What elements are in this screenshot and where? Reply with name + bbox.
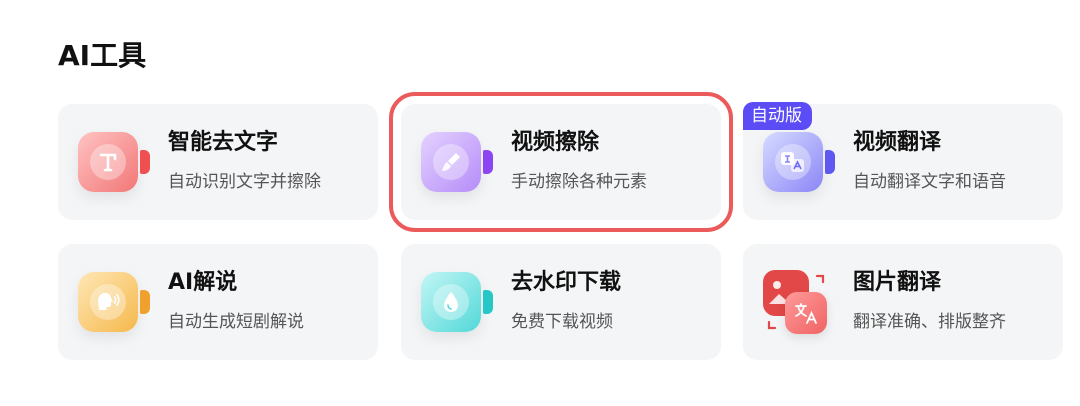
tool-description: 手动擦除各种元素 [511, 172, 647, 192]
tool-title: 视频翻译 [853, 130, 942, 155]
tool-card-video-erase[interactable]: 视频擦除 手动擦除各种元素 [389, 92, 733, 232]
tool-title: 图片翻译 [853, 270, 942, 295]
auto-version-badge: 自动版 [743, 102, 812, 130]
tool-card-image-translate[interactable]: 图片翻译 翻译准确、排版整齐 [743, 244, 1063, 360]
tool-title: 去水印下载 [511, 270, 622, 295]
section-title: AI工具 [58, 39, 147, 72]
image-translate-icon [763, 270, 833, 336]
tool-description: 自动翻译文字和语音 [853, 172, 1006, 192]
tool-title: AI解说 [168, 270, 238, 295]
tool-card-watermark-download[interactable]: 去水印下载 免费下载视频 [401, 244, 721, 360]
text-erase-icon [78, 132, 154, 192]
tool-description: 自动生成短剧解说 [168, 312, 304, 332]
tool-title: 视频擦除 [511, 130, 600, 155]
tool-card-text-removal[interactable]: 智能去文字 自动识别文字并擦除 [58, 104, 378, 220]
tool-card-ai-narration[interactable]: AI解说 自动生成短剧解说 [58, 244, 378, 360]
tool-description: 免费下载视频 [511, 312, 613, 332]
tool-description: 自动识别文字并擦除 [168, 172, 321, 192]
water-drop-icon [421, 272, 497, 332]
ai-tools-page: AI工具 智能去文字 自动识别文字并擦除 视频擦除 手动擦除各种元素 自动版 视… [0, 0, 1080, 406]
speaking-head-icon [78, 272, 154, 332]
tool-description: 翻译准确、排版整齐 [853, 312, 1006, 332]
tool-card-video-translate[interactable]: 自动版 视频翻译 自动翻译文字和语音 [743, 102, 1063, 220]
brush-icon [421, 132, 497, 192]
translate-icon [763, 132, 839, 192]
tool-title: 智能去文字 [168, 130, 279, 155]
